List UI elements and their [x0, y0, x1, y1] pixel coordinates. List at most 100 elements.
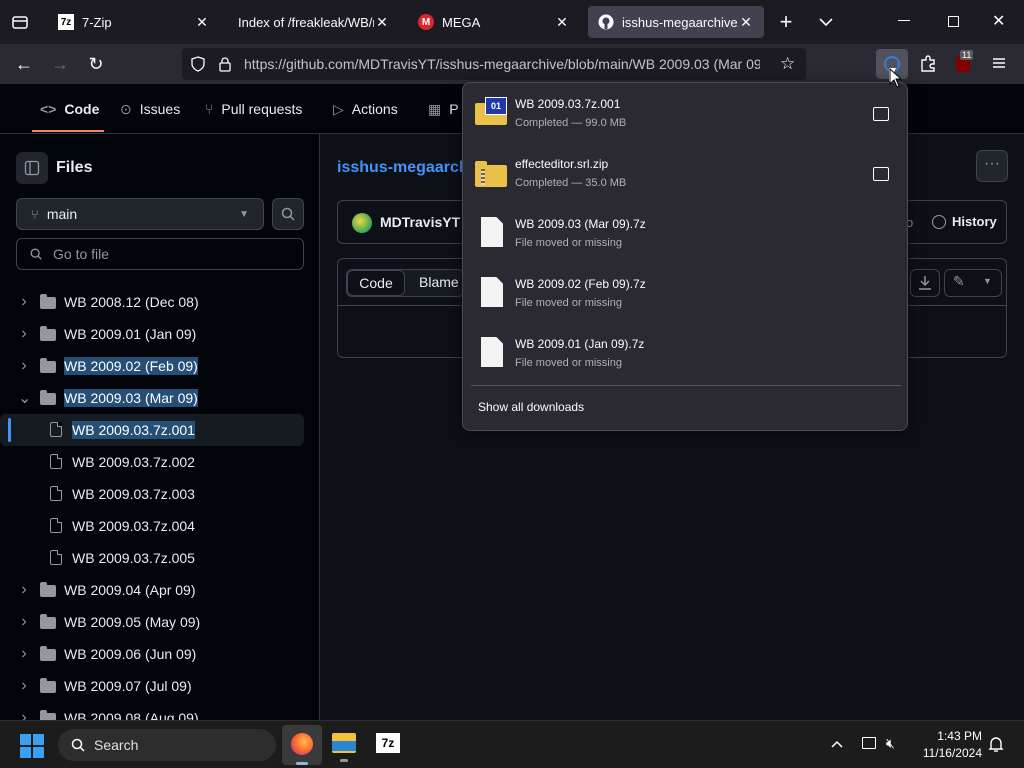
tab-list-icon[interactable] [10, 12, 30, 32]
close-tab-icon[interactable]: ✕ [738, 14, 754, 31]
url-text: https://github.com/MDTravisYT/isshus-meg… [244, 56, 760, 72]
tab-overflow-chevron-icon[interactable] [816, 12, 836, 32]
go-to-file-input[interactable]: Go to file [16, 238, 304, 270]
close-tab-icon[interactable]: ✕ [374, 14, 390, 31]
search-button[interactable] [272, 198, 304, 230]
folder-open-icon [40, 390, 56, 405]
tab-issues-label: Issues [139, 101, 181, 117]
lock-icon[interactable] [218, 56, 232, 77]
volume-muted-icon[interactable]: 🔇︎ [886, 735, 895, 752]
show-hidden-icons-chevron-icon[interactable] [830, 737, 844, 756]
chevron-right-icon[interactable]: › [18, 581, 30, 599]
tree-folder-item[interactable]: › WB 2009.02 (Feb 09) [0, 350, 304, 382]
network-icon[interactable] [862, 737, 876, 749]
avatar[interactable] [352, 213, 372, 233]
chevron-right-icon[interactable]: › [18, 613, 30, 631]
tree-folder-item[interactable]: ⌄ WB 2009.03 (Mar 09) [0, 382, 304, 414]
url-bar[interactable]: https://github.com/MDTravisYT/isshus-meg… [182, 48, 806, 80]
tree-folder-item[interactable]: › WB 2008.12 (Dec 08) [0, 286, 304, 318]
downloads-panel: 01 WB 2009.03.7z.001 Completed — 99.0 MB… [462, 82, 908, 431]
download-item[interactable]: effecteditor.srl.zip Completed — 35.0 MB [471, 149, 901, 205]
notification-bell-icon[interactable] [988, 735, 1004, 758]
tab-projects[interactable]: ▦ P [428, 84, 459, 134]
tree-file-item[interactable]: WB 2009.03.7z.003 [0, 478, 304, 510]
tab-mega[interactable]: M MEGA ✕ [408, 6, 580, 38]
menu-hamburger-icon[interactable] [992, 56, 1006, 70]
new-tab-icon[interactable]: + [776, 10, 796, 34]
shield-icon[interactable] [190, 56, 206, 77]
file-explorer-icon[interactable] [330, 729, 358, 762]
7zip-taskbar-icon[interactable]: 7z [376, 733, 400, 753]
tree-folder-item[interactable]: › WB 2009.05 (May 09) [0, 606, 304, 638]
commit-author[interactable]: MDTravisYT [380, 214, 460, 230]
blame-view-button[interactable]: Blame [419, 274, 459, 290]
firefox-taskbar-icon[interactable] [282, 725, 322, 765]
folder-icon [40, 710, 56, 720]
tree-folder-item[interactable]: › WB 2009.07 (Jul 09) [0, 670, 304, 702]
close-tab-icon[interactable]: ✕ [554, 14, 570, 31]
tree-folder-item[interactable]: › WB 2009.08 (Aug 09) [0, 702, 304, 720]
tree-file-item[interactable]: WB 2009.03.7z.001 [0, 414, 304, 446]
bookmark-star-icon[interactable]: ☆ [780, 54, 795, 74]
chevron-right-icon[interactable]: › [18, 293, 30, 311]
code-view-button[interactable]: Code [347, 270, 405, 296]
caret-down-icon[interactable]: ▼ [983, 276, 992, 286]
chevron-right-icon[interactable]: › [18, 357, 30, 375]
taskbar-search[interactable]: Search [58, 729, 276, 761]
tree-item-label: WB 2009.06 (Jun 09) [64, 646, 197, 662]
tab-github[interactable]: isshus-megaarchive/W ✕ [588, 6, 764, 38]
download-item[interactable]: WB 2009.03 (Mar 09).7z File moved or mis… [471, 209, 901, 265]
tree-file-item[interactable]: WB 2009.03.7z.005 [0, 542, 304, 574]
back-icon[interactable]: ← [10, 50, 38, 78]
close-window-icon[interactable]: ✕ [992, 11, 1005, 31]
chevron-down-icon[interactable]: ⌄ [18, 388, 31, 408]
reload-icon[interactable]: ↻ [82, 50, 110, 78]
more-options-button[interactable]: ··· [976, 150, 1008, 182]
download-name: WB 2009.03.7z.001 [515, 97, 621, 111]
clock-time[interactable]: 1:43 PM [930, 729, 982, 743]
minimize-icon[interactable] [898, 20, 910, 21]
tab-pull-requests[interactable]: ⑂ Pull requests [205, 84, 302, 134]
open-folder-icon[interactable] [873, 167, 889, 181]
extensions-puzzle-icon[interactable] [918, 54, 938, 74]
history-link[interactable]: History [952, 214, 997, 229]
download-status: File moved or missing [515, 357, 622, 369]
chevron-right-icon[interactable]: › [18, 645, 30, 663]
tab-7zip[interactable]: 7z 7-Zip ✕ [48, 6, 220, 38]
tree-folder-item[interactable]: › WB 2009.04 (Apr 09) [0, 574, 304, 606]
tab-actions[interactable]: ▷ Actions [333, 84, 398, 134]
file-icon [50, 518, 62, 533]
branch-selector[interactable]: ⑂ main ▼ [16, 198, 264, 230]
tab-index[interactable]: Index of /freakleak/WB/r2 ✕ [228, 6, 400, 38]
download-item[interactable]: WB 2009.01 (Jan 09).7z File moved or mis… [471, 329, 901, 385]
tab-issues[interactable]: ⊙ Issues [120, 84, 180, 134]
chevron-right-icon[interactable]: › [18, 325, 30, 343]
breadcrumb-repo-link[interactable]: isshus-megaarchi [337, 159, 473, 177]
tree-folder-item[interactable]: › WB 2009.06 (Jun 09) [0, 638, 304, 670]
tree-file-item[interactable]: WB 2009.03.7z.004 [0, 510, 304, 542]
chevron-right-icon[interactable]: › [18, 709, 30, 720]
edit-button[interactable]: ✎ ▼ [944, 269, 1002, 297]
go-to-file-placeholder: Go to file [53, 246, 110, 262]
close-tab-icon[interactable]: ✕ [194, 14, 210, 31]
download-status: Completed — 99.0 MB [515, 117, 627, 129]
tab-code[interactable]: <> Code [40, 84, 99, 134]
open-folder-icon[interactable] [873, 107, 889, 121]
clock-date[interactable]: 11/16/2024 [912, 746, 982, 760]
download-item[interactable]: 01 WB 2009.03.7z.001 Completed — 99.0 MB [471, 89, 901, 145]
chevron-right-icon[interactable]: › [18, 677, 30, 695]
maximize-icon[interactable] [948, 16, 959, 27]
forward-icon[interactable]: → [46, 50, 74, 78]
tree-file-item[interactable]: WB 2009.03.7z.002 [0, 446, 304, 478]
show-all-downloads-link[interactable]: Show all downloads [478, 400, 584, 414]
tree-item-label: WB 2009.07 (Jul 09) [64, 678, 192, 694]
tree-folder-item[interactable]: › WB 2009.01 (Jan 09) [0, 318, 304, 350]
download-item[interactable]: WB 2009.02 (Feb 09).7z File moved or mis… [471, 269, 901, 325]
windows-start-icon[interactable] [20, 734, 44, 758]
branch-name: main [46, 206, 78, 222]
mega-icon: M [418, 14, 434, 30]
collapse-sidebar-button[interactable] [16, 152, 48, 184]
download-raw-button[interactable] [910, 269, 940, 297]
tree-item-label: WB 2008.12 (Dec 08) [64, 294, 199, 310]
browser-nav-bar: ← → ↻ https://github.com/MDTravisYT/issh… [0, 44, 1024, 84]
